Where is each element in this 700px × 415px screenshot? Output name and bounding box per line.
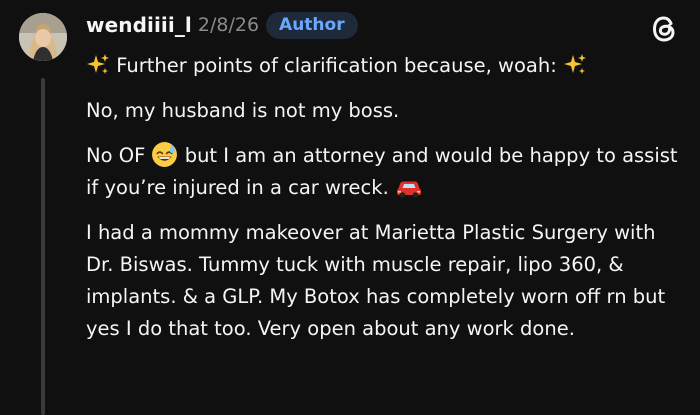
paragraph-3: No OF but I am an attorney and would be …	[86, 140, 686, 204]
username[interactable]: wendiiii_l	[86, 13, 192, 37]
post-body: Further points of clarification because,…	[86, 50, 686, 358]
paragraph-2: No, my husband is not my boss.	[86, 99, 400, 122]
post-header: wendiiii_l 2/8/26 Author	[86, 8, 358, 42]
profile-photo	[19, 13, 67, 61]
grinning-sweat-icon	[152, 142, 178, 167]
thread-line	[41, 78, 45, 415]
paragraph-3-start: No OF	[86, 144, 146, 167]
sparkles-icon	[563, 53, 586, 74]
threads-logo-icon[interactable]	[650, 14, 678, 44]
author-badge: Author	[266, 11, 358, 39]
paragraph-clarification: Further points of clarification because,…	[86, 50, 686, 82]
avatar[interactable]	[19, 13, 67, 61]
paragraph-4: I had a mommy makeover at Marietta Plast…	[86, 221, 666, 340]
paragraph-1-text: Further points of clarification because,…	[116, 54, 557, 77]
red-car-icon	[396, 181, 421, 198]
sparkles-icon	[87, 53, 109, 74]
threads-post: wendiiii_l 2/8/26 Author Further points …	[0, 0, 700, 415]
post-date: 2/8/26	[197, 14, 260, 36]
